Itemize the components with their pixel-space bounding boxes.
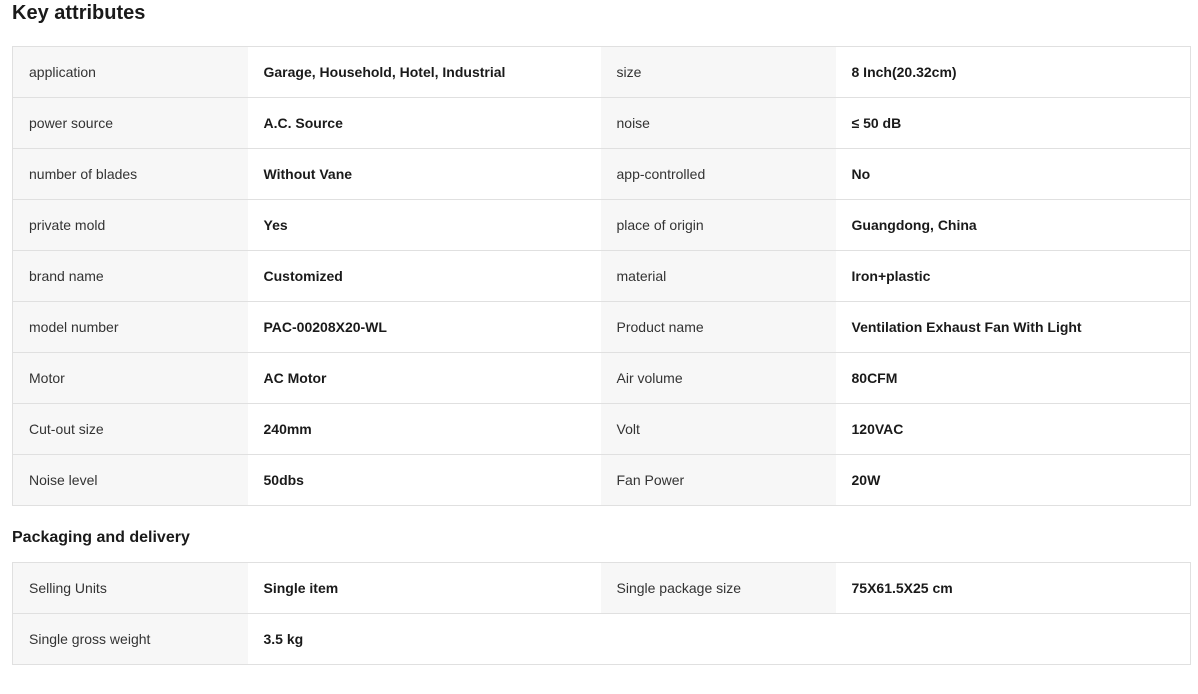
attribute-label: Fan Power <box>600 454 836 506</box>
attribute-row: private mold Yes place of origin Guangdo… <box>12 199 1191 251</box>
packaging-delivery-title: Packaging and delivery <box>12 529 190 546</box>
attribute-value: Garage, Household, Hotel, Industrial <box>247 46 601 98</box>
attribute-value: 8 Inch(20.32cm) <box>835 46 1191 98</box>
attribute-row: application Garage, Household, Hotel, In… <box>12 46 1191 98</box>
attribute-label: application <box>12 46 248 98</box>
attribute-label: noise <box>600 97 836 149</box>
attribute-label: material <box>600 250 836 302</box>
attribute-row: Motor AC Motor Air volume 80CFM <box>12 352 1191 404</box>
attribute-value: AC Motor <box>247 352 601 404</box>
empty-cell <box>600 613 836 665</box>
attribute-label: private mold <box>12 199 248 251</box>
attribute-label: Noise level <box>12 454 248 506</box>
attribute-value: No <box>835 148 1191 200</box>
attribute-label: Single package size <box>600 562 836 614</box>
attribute-label: Cut-out size <box>12 403 248 455</box>
attribute-label: Single gross weight <box>12 613 248 665</box>
attribute-label: Product name <box>600 301 836 353</box>
attribute-label: number of blades <box>12 148 248 200</box>
attribute-value: Ventilation Exhaust Fan With Light <box>835 301 1191 353</box>
attribute-label: place of origin <box>600 199 836 251</box>
attribute-label: Motor <box>12 352 248 404</box>
attribute-value: Single item <box>247 562 601 614</box>
attribute-label: app-controlled <box>600 148 836 200</box>
attribute-value: A.C. Source <box>247 97 601 149</box>
attribute-row: number of blades Without Vane app-contro… <box>12 148 1191 200</box>
attribute-value: 80CFM <box>835 352 1191 404</box>
attribute-value: ≤ 50 dB <box>835 97 1191 149</box>
attribute-label: size <box>600 46 836 98</box>
key-attributes-table: application Garage, Household, Hotel, In… <box>12 46 1191 506</box>
attribute-row: Single gross weight 3.5 kg <box>12 613 1191 665</box>
attribute-label: Air volume <box>600 352 836 404</box>
attribute-row: power source A.C. Source noise ≤ 50 dB <box>12 97 1191 149</box>
packaging-delivery-table: Selling Units Single item Single package… <box>12 562 1191 665</box>
attribute-value: 3.5 kg <box>247 613 601 665</box>
attribute-row: Cut-out size 240mm Volt 120VAC <box>12 403 1191 455</box>
attribute-value: 75X61.5X25 cm <box>835 562 1191 614</box>
attribute-value: PAC-00208X20-WL <box>247 301 601 353</box>
attribute-value: Yes <box>247 199 601 251</box>
attribute-label: brand name <box>12 250 248 302</box>
attribute-label: Selling Units <box>12 562 248 614</box>
key-attributes-title: Key attributes <box>12 2 146 24</box>
attribute-row: brand name Customized material Iron+plas… <box>12 250 1191 302</box>
attribute-value: Without Vane <box>247 148 601 200</box>
attribute-value: Guangdong, China <box>835 199 1191 251</box>
attribute-value: 20W <box>835 454 1191 506</box>
attribute-label: Volt <box>600 403 836 455</box>
attribute-value: Iron+plastic <box>835 250 1191 302</box>
attribute-value: 240mm <box>247 403 601 455</box>
attribute-value: Customized <box>247 250 601 302</box>
attribute-row: Noise level 50dbs Fan Power 20W <box>12 454 1191 506</box>
attribute-row: model number PAC-00208X20-WL Product nam… <box>12 301 1191 353</box>
attribute-value: 50dbs <box>247 454 601 506</box>
attribute-label: model number <box>12 301 248 353</box>
attribute-label: power source <box>12 97 248 149</box>
attribute-value: 120VAC <box>835 403 1191 455</box>
empty-cell <box>835 613 1191 665</box>
attribute-row: Selling Units Single item Single package… <box>12 562 1191 614</box>
